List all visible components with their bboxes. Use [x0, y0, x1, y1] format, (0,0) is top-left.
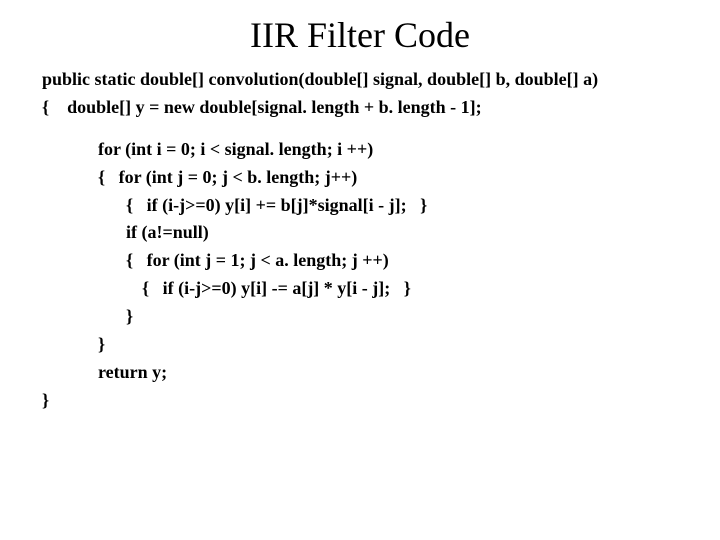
- spacer: [42, 122, 678, 136]
- code-line: }: [42, 331, 678, 359]
- code-line: return y;: [42, 359, 678, 387]
- slide-title: IIR Filter Code: [0, 0, 720, 66]
- code-line: public static double[] convolution(doubl…: [42, 66, 678, 94]
- slide: IIR Filter Code public static double[] c…: [0, 0, 720, 540]
- code-line: { if (i-j>=0) y[i] -= a[j] * y[i - j]; }: [42, 275, 678, 303]
- code-block: public static double[] convolution(doubl…: [0, 66, 720, 415]
- code-line: { double[] y = new double[signal. length…: [42, 94, 678, 122]
- code-line: for (int i = 0; i < signal. length; i ++…: [42, 136, 678, 164]
- code-line: { if (i-j>=0) y[i] += b[j]*signal[i - j]…: [42, 192, 678, 220]
- code-line: }: [42, 303, 678, 331]
- code-line: { for (int j = 1; j < a. length; j ++): [42, 247, 678, 275]
- code-line: if (a!=null): [42, 219, 678, 247]
- code-line: { for (int j = 0; j < b. length; j++): [42, 164, 678, 192]
- code-line: }: [42, 387, 678, 415]
